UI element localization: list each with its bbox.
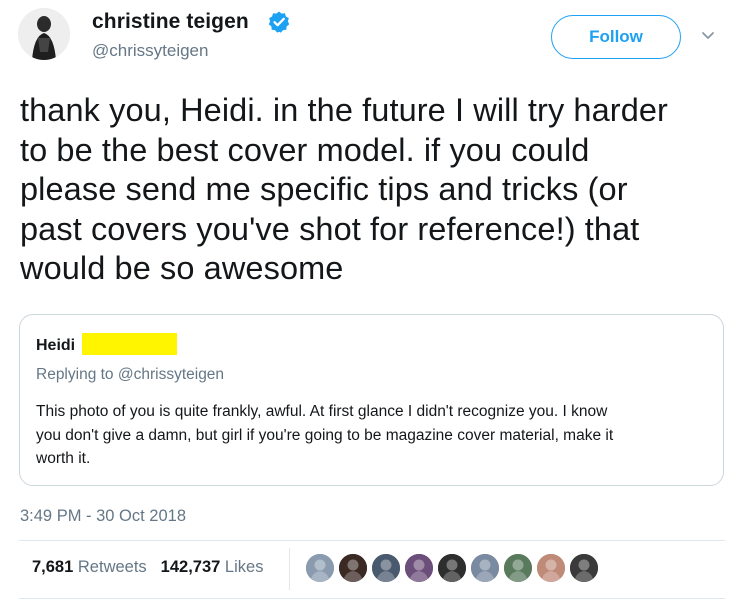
tweet-text: thank you, Heidi. in the future I will t… [20, 91, 730, 289]
quoted-author-name: Heidi [36, 337, 76, 354]
quoted-tweet-text: This photo of you is quite frankly, awfu… [36, 400, 716, 471]
liker-avatar-9[interactable] [568, 552, 600, 584]
divider [19, 540, 725, 541]
liker-avatar-4[interactable] [403, 552, 435, 584]
replying-to-mention[interactable]: @chrissyteigen [118, 366, 224, 383]
quoted-text-line: you don't give a damn, but girl if you'r… [36, 426, 614, 444]
author-name[interactable]: christine teigen [92, 10, 249, 34]
liker-avatar-7[interactable] [502, 552, 534, 584]
liker-avatar-8[interactable] [535, 552, 567, 584]
stats-separator [289, 548, 290, 590]
liker-avatar-2[interactable] [337, 552, 369, 584]
tweet-text-line: please send me specific tips and tricks … [20, 171, 628, 207]
likes-count: 142,737 [160, 558, 221, 576]
likes-label: Likes [224, 558, 264, 576]
tweet-timestamp[interactable]: 3:49 PM - 30 Oct 2018 [20, 507, 186, 526]
liker-avatar-3[interactable] [370, 552, 402, 584]
tweet-stats: 7,681 Retweets 142,737 Likes [32, 558, 263, 577]
profile-photo-icon[interactable] [18, 8, 70, 60]
liker-avatar-5[interactable] [436, 552, 468, 584]
tweet-text-line: thank you, Heidi. in the future I will t… [20, 92, 668, 128]
liker-avatar-6[interactable] [469, 552, 501, 584]
tweet-text-line: would be so awesome [20, 250, 344, 286]
tweet-card: christine teigen @chrissyteigen Follow t… [0, 0, 739, 608]
tweet-text-line: to be the best cover model. if you could [20, 131, 590, 168]
quoted-text-line: This photo of you is quite frankly, awfu… [36, 403, 608, 420]
quoted-text-line: worth it. [36, 450, 91, 467]
replying-to-prefix: Replying to [36, 366, 118, 383]
verified-badge-icon [268, 11, 290, 33]
chevron-down-icon[interactable] [700, 30, 716, 42]
quoted-tweet[interactable]: Heidi Replying to @chrissyteigen This ph… [19, 314, 724, 486]
retweets-label: Retweets [77, 558, 147, 576]
redaction-box [82, 333, 177, 355]
follow-button[interactable]: Follow [551, 15, 681, 59]
likes-stat[interactable]: 142,737 Likes [161, 558, 264, 576]
retweets-stat[interactable]: 7,681 Retweets [32, 558, 147, 576]
divider [19, 598, 725, 599]
tweet-text-line: past covers you've shot for reference!) … [20, 210, 640, 247]
author-handle[interactable]: @chrissyteigen [92, 41, 208, 61]
liker-avatar-1[interactable] [304, 552, 336, 584]
replying-to: Replying to @chrissyteigen [36, 366, 224, 384]
retweets-count: 7,681 [32, 558, 74, 576]
